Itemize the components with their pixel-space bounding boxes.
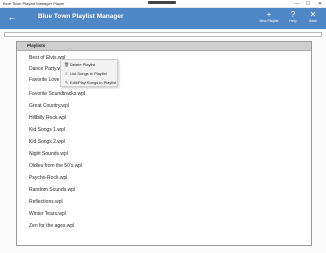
title-bar: Blue Town Playlist Manager Player — ☐ ✕ bbox=[0, 0, 326, 8]
window-title: Blue Town Playlist Manager Player bbox=[3, 1, 65, 6]
delete-playlist-menu-item[interactable]: 🗑 Delete Playlist bbox=[62, 61, 117, 69]
list-item[interactable]: Zen for the ages.wpl bbox=[29, 222, 74, 230]
search-input[interactable] bbox=[4, 32, 322, 37]
trash-icon: 🗑 bbox=[64, 62, 70, 67]
playlist-context-menu: 🗑 Delete Playlist ≡ List Songs in Playli… bbox=[60, 59, 118, 87]
close-icon: ✕ bbox=[309, 10, 317, 19]
list-item[interactable]: Kid Songs 2.wpl bbox=[29, 138, 65, 146]
new-playlist-label: New Playlist bbox=[259, 19, 279, 23]
list-item[interactable]: Psycho-Rock.wpl bbox=[29, 174, 67, 182]
list-item[interactable]: Great Country.wpl bbox=[29, 102, 69, 110]
playlists-header-label: Playlists bbox=[27, 43, 46, 48]
minimize-button[interactable]: — bbox=[292, 0, 302, 8]
list-icon: ≡ bbox=[65, 71, 68, 76]
back-label: Back bbox=[309, 19, 317, 23]
back-button[interactable]: ✕ Back bbox=[302, 10, 324, 28]
back-arrow-icon[interactable]: ← bbox=[6, 11, 18, 23]
help-label: Help bbox=[289, 19, 297, 23]
close-window-button[interactable]: ✕ bbox=[315, 0, 325, 8]
list-item[interactable]: Winter Tears.wpl bbox=[29, 210, 66, 218]
question-mark-icon: ? bbox=[290, 10, 296, 19]
new-playlist-button[interactable]: + New Playlist bbox=[258, 10, 280, 28]
list-songs-label: List Songs in Playlist bbox=[70, 71, 107, 76]
list-songs-menu-item[interactable]: ≡ List Songs in Playlist bbox=[62, 70, 117, 78]
app-header: ← Blue Town Playlist Manager + New Playl… bbox=[0, 8, 326, 29]
edit-play-songs-label: Edit/Play Songs in Playlist bbox=[70, 80, 117, 85]
list-item[interactable]: Night Sounds.wpl bbox=[29, 150, 68, 158]
title-bar-grip[interactable] bbox=[148, 1, 176, 4]
edit-icon: ✎ bbox=[64, 80, 69, 85]
list-item[interactable]: Kid Songs 1.wpl bbox=[29, 126, 65, 134]
list-item[interactable]: Favorite Soundtracks.wpl bbox=[29, 90, 85, 98]
list-item[interactable]: Reflections.wpl bbox=[29, 198, 63, 206]
edit-play-songs-menu-item[interactable]: ✎ Edit/Play Songs in Playlist bbox=[62, 79, 117, 87]
plus-icon: + bbox=[266, 10, 272, 19]
app-title: Blue Town Playlist Manager bbox=[38, 13, 124, 20]
help-button[interactable]: ? Help bbox=[282, 10, 304, 28]
delete-playlist-label: Delete Playlist bbox=[70, 62, 96, 67]
playlists-header: Playlists bbox=[17, 42, 311, 51]
app-window: Blue Town Playlist Manager Player — ☐ ✕ … bbox=[0, 0, 326, 253]
list-item[interactable]: Oldies from the 50's.wpl bbox=[29, 162, 82, 170]
list-item[interactable]: Random Sounds.wpl bbox=[29, 186, 75, 194]
maximize-button[interactable]: ☐ bbox=[303, 0, 313, 8]
list-item[interactable]: Hillbilly Rock.wpl bbox=[29, 114, 66, 122]
